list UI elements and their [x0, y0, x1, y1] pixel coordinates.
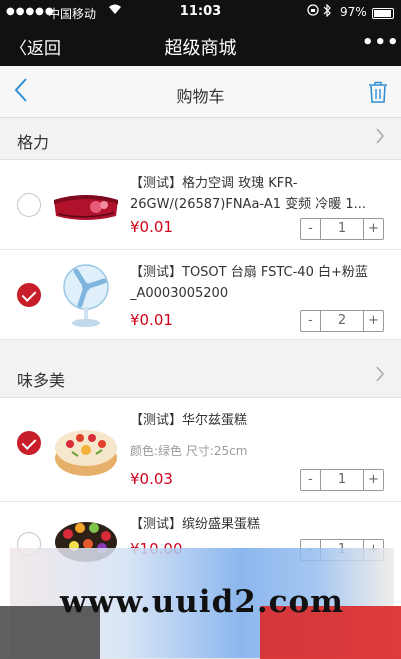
store-name: 味多美	[17, 371, 66, 390]
quantity-stepper: - 1 +	[300, 218, 384, 240]
cart-item: 【测试】缤纷盛果蛋糕 ¥10.00 - 1 +	[0, 502, 401, 659]
cart-item: 【测试】华尔兹蛋糕 颜色:绿色 尺寸:25cm ¥0.03 - 1 +	[0, 398, 401, 502]
trash-icon[interactable]	[368, 81, 388, 107]
webview-nav-bar: 〈返回 超级商城 •••	[0, 26, 401, 66]
product-name[interactable]: 【测试】TOSOT 台扇 FSTC-40 白+粉蓝_A0003005200	[130, 262, 388, 304]
increase-button[interactable]: +	[363, 540, 383, 560]
product-spec: 颜色:绿色 尺寸:25cm	[130, 444, 248, 458]
product-image[interactable]	[52, 261, 120, 329]
quantity-value[interactable]: 2	[321, 311, 363, 331]
product-image[interactable]	[52, 172, 120, 240]
increase-button[interactable]: +	[363, 311, 383, 331]
decrease-button[interactable]: -	[301, 470, 321, 490]
decrease-button[interactable]: -	[301, 540, 321, 560]
battery-percent: 97%	[340, 5, 367, 19]
product-price: ¥10.00	[130, 540, 183, 558]
quantity-value[interactable]: 1	[321, 219, 363, 239]
chevron-right-icon	[375, 127, 385, 150]
item-checkbox[interactable]	[17, 283, 41, 307]
cart-item: 【测试】TOSOT 台扇 FSTC-40 白+粉蓝_A0003005200 ¥0…	[0, 250, 401, 340]
product-name[interactable]: 【测试】缤纷盛果蛋糕	[130, 514, 388, 536]
decrease-button[interactable]: -	[301, 219, 321, 239]
product-price: ¥0.01	[130, 311, 173, 329]
item-checkbox[interactable]	[17, 193, 41, 217]
quantity-value[interactable]: 1	[321, 470, 363, 490]
more-options-button[interactable]: •••	[362, 32, 400, 53]
page-header: 购物车	[0, 66, 401, 118]
bluetooth-icon	[322, 3, 332, 20]
store-header[interactable]: 味多美	[0, 356, 401, 398]
webview-title: 超级商城	[164, 38, 237, 59]
product-name[interactable]: 【测试】格力空调 玫瑰 KFR-26GW/(26587)FNAa-A1 变频 冷…	[130, 173, 388, 215]
increase-button[interactable]: +	[363, 219, 383, 239]
status-bar: ●●●●● 中国移动 11:03 97%	[0, 0, 401, 26]
product-price: ¥0.03	[130, 470, 173, 488]
item-checkbox[interactable]	[17, 532, 41, 556]
product-price: ¥0.01	[130, 218, 173, 236]
chevron-right-icon	[375, 365, 385, 388]
item-checkbox[interactable]	[17, 431, 41, 455]
cart-item: 【测试】格力空调 玫瑰 KFR-26GW/(26587)FNAa-A1 变频 冷…	[0, 160, 401, 250]
product-name[interactable]: 【测试】华尔兹蛋糕	[130, 410, 388, 432]
store-header[interactable]: 格力	[0, 118, 401, 160]
quantity-stepper: - 1 +	[300, 539, 384, 561]
decrease-button[interactable]: -	[301, 311, 321, 331]
quantity-stepper: - 2 +	[300, 310, 384, 332]
rotation-lock-icon	[307, 4, 319, 19]
product-image[interactable]	[52, 512, 120, 580]
battery-icon	[372, 8, 394, 19]
quantity-stepper: - 1 +	[300, 469, 384, 491]
page-title: 购物车	[176, 87, 225, 106]
store-name: 格力	[17, 133, 50, 152]
increase-button[interactable]: +	[363, 470, 383, 490]
quantity-value[interactable]: 1	[321, 540, 363, 560]
product-image[interactable]	[52, 414, 120, 482]
